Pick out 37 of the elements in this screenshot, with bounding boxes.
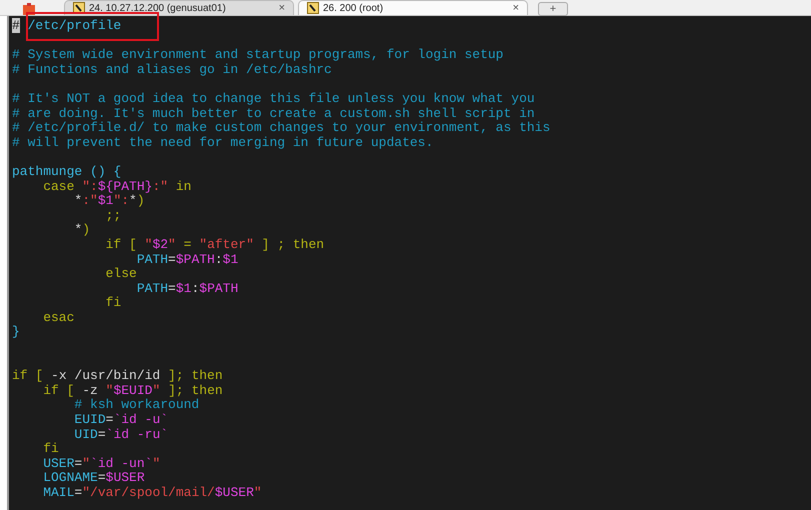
code-line: *:"$1":*) (73, 194, 146, 209)
code-line: ;; (104, 208, 122, 224)
code-line: esac (42, 310, 76, 326)
code-line: PATH=$PATH:$1 (136, 252, 240, 268)
terminal-icon (307, 2, 319, 14)
code-line: if [ -z "$EUID" ]; then (42, 384, 224, 398)
code-line: fi (104, 296, 122, 311)
code-line: } (12, 325, 21, 340)
code-line: MAIL="/var/spool/mail/$USER" (42, 486, 263, 501)
code-line: if [ "$2" = "after" ] ; then (104, 238, 326, 252)
code-line: *) (73, 223, 92, 238)
code-line: # /etc/profile (12, 19, 122, 34)
new-tab-button[interactable]: + (538, 2, 568, 16)
code-line: UID=`id -ru` (73, 428, 170, 442)
code-line: # It's NOT a good idea to change this file unless you know what you (12, 92, 536, 107)
close-tab-button[interactable]: × (278, 0, 285, 16)
code-line: case ":${PATH}:" in (42, 180, 192, 194)
code-line: # Functions and aliases go in /etc/bashrc (12, 62, 333, 78)
code-line: PATH=$1:$PATH (136, 282, 240, 296)
close-tab-button[interactable]: × (512, 0, 519, 16)
terminal-icon (73, 2, 85, 14)
tab-title: 26. 200 (root) (323, 2, 384, 14)
terminal-tab[interactable]: 24. 10.27.12.200 (genusuat01) × (64, 0, 294, 15)
terminal-tab[interactable]: 26. 200 (root) × (298, 0, 528, 15)
code-line: EUID=`id -u` (73, 413, 170, 428)
code-line: LOGNAME=$USER (42, 471, 146, 486)
code-line: # will prevent the need for merging in future updates. (12, 136, 434, 150)
tab-title: 24. 10.27.12.200 (genusuat01) (89, 2, 226, 14)
code-line: # System wide environment and startup programs, for login setup (12, 48, 504, 63)
code-line: # ksh workaround (73, 398, 200, 414)
code-line: USER="`id -un`" (42, 456, 162, 472)
code-line: fi (42, 442, 60, 457)
code-line: pathmunge () { (12, 164, 122, 180)
code-line: if [ -x /usr/bin/id ]; then (12, 369, 224, 384)
code-line: # /etc/profile.d/ to make custom changes to your environment, as this (12, 121, 552, 136)
code-line: else (104, 267, 138, 282)
code-line: # are doing. It's much better to create a custom.sh shell script in (12, 106, 536, 122)
